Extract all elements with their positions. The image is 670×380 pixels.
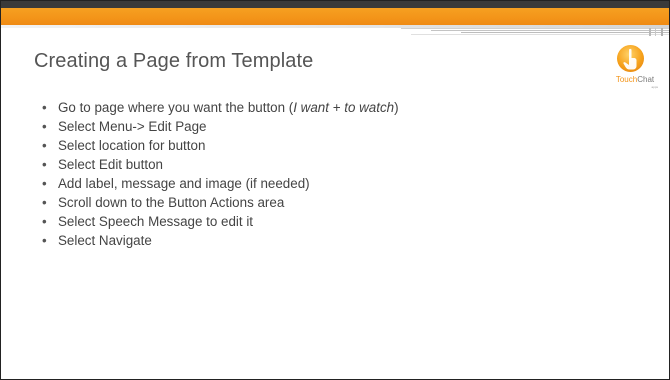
bullet-text: Select Menu-> Edit Page [58, 119, 207, 134]
logo-subtext: apps [651, 85, 658, 89]
bullet-dot: • [42, 176, 47, 191]
bullet-item: • Select Edit button [41, 155, 399, 174]
bullet-text: Select Speech Message to edit it [58, 214, 254, 229]
bullet-dot: • [42, 214, 47, 229]
bullet-text: Go to page where you want the button ( [58, 100, 294, 115]
bullet-item: • Add label, message and image (if needed… [41, 174, 399, 193]
slide-title: Creating a Page from Template [34, 50, 314, 72]
bullet-text: Select location for button [58, 138, 206, 153]
bullet-dot: • [42, 233, 47, 248]
bullet-emphasis: I want + to watch [293, 100, 395, 115]
hand-pointer-icon [623, 48, 637, 70]
bullet-item: • Select location for button [41, 136, 399, 155]
bullet-dot: • [42, 119, 47, 134]
bullet-item: • Go to page where you want the button (I… [41, 98, 399, 117]
slide: Creating a Page from Template TouchChat … [0, 0, 670, 380]
bullet-dot: • [42, 157, 47, 172]
bullet-text: Scroll down to the Button Actions area [58, 195, 285, 210]
bullet-dot: • [42, 195, 47, 210]
bullet-item: • Select Menu-> Edit Page [41, 117, 399, 136]
bullet-item: • Select Navigate [41, 231, 399, 250]
logo-word-chat: Chat [637, 75, 655, 84]
header-orange-stripe [1, 8, 669, 25]
logo-wordmark: TouchChat [606, 75, 664, 84]
bullet-text: Select Navigate [58, 233, 152, 248]
bullet-text: Add label, message and image (if needed) [58, 176, 310, 191]
bullet-text: Select Edit button [58, 157, 163, 172]
bullet-list: • Go to page where you want the button (I… [41, 98, 399, 250]
bullet-item: • Select Speech Message to edit it [41, 212, 399, 231]
bullet-text-suffix: ) [394, 100, 399, 115]
touchchat-logo: TouchChat apps [606, 45, 664, 95]
header-dark-stripe [1, 1, 669, 8]
header-decorative-lines [401, 28, 669, 36]
logo-word-touch: Touch [615, 75, 638, 84]
header-band [1, 1, 669, 37]
bullet-item: • Scroll down to the Button Actions area [41, 193, 399, 212]
bullet-dot: • [42, 100, 47, 115]
bullet-dot: • [42, 138, 47, 153]
